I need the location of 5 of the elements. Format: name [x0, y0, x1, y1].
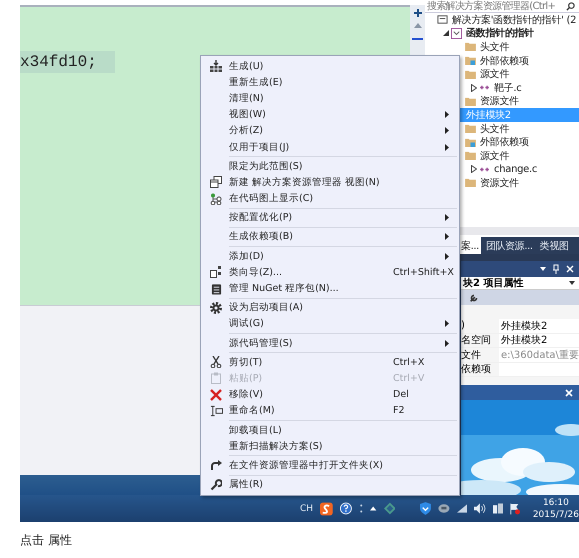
property-name: 文件: [461, 348, 499, 362]
caption: 点击 属性: [19, 532, 73, 549]
property-name: 名空间: [461, 334, 499, 347]
property-name: 依赖项: [461, 362, 499, 376]
property-name: ): [461, 319, 499, 332]
